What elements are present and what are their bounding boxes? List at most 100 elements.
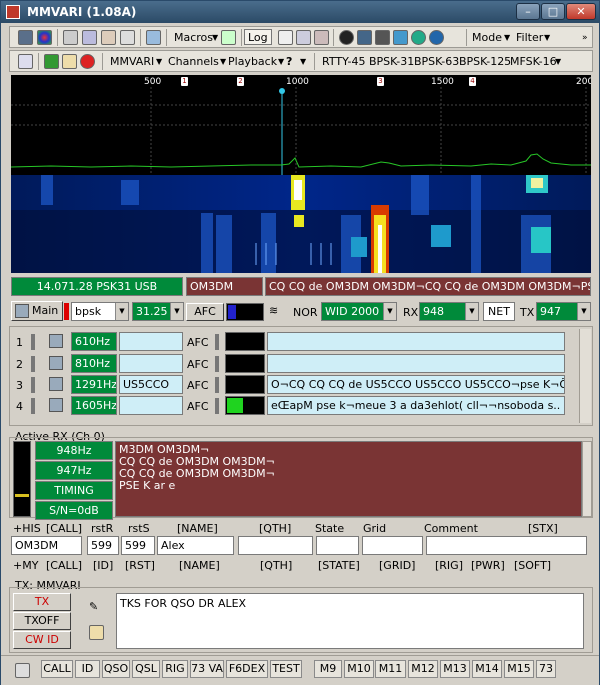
filter-dropdown-icon[interactable]: ▼	[544, 30, 550, 46]
filter-menu[interactable]: Filter	[516, 30, 543, 46]
title-bar[interactable]: MMVARI (1.08A) – □ ✕	[1, 1, 599, 23]
mode-bpsk125-button[interactable]: BPSK-125	[459, 54, 511, 70]
cut-icon[interactable]	[63, 30, 78, 45]
channel-settings-icon[interactable]	[49, 334, 63, 348]
macro-button[interactable]: QSL	[132, 660, 160, 678]
macro-button[interactable]: M11	[375, 660, 406, 678]
macro-button[interactable]: RIG	[162, 660, 188, 678]
channel-afc[interactable]: AFC	[187, 379, 209, 392]
channel-call[interactable]: US5CCO	[119, 375, 183, 394]
channel-call[interactable]	[119, 332, 183, 351]
info-icon[interactable]	[339, 30, 354, 45]
macro-button[interactable]: M12	[408, 660, 438, 678]
channel-settings-icon[interactable]	[49, 356, 63, 370]
main-button[interactable]: Main	[11, 301, 63, 321]
mail-icon[interactable]	[62, 54, 77, 69]
log-my-qth-label[interactable]: [QTH]	[260, 559, 292, 572]
help-icon[interactable]: ?	[286, 54, 292, 70]
help-dropdown-icon[interactable]: ▼	[300, 54, 306, 70]
macro-button[interactable]: F6DEX	[226, 660, 268, 678]
mode-menu[interactable]: Mode	[472, 30, 502, 46]
rx-frequency-dropdown-icon[interactable]: ▼	[465, 303, 478, 320]
copy-icon[interactable]	[82, 30, 97, 45]
macro-button[interactable]: M13	[440, 660, 470, 678]
minimize-button[interactable]: –	[516, 3, 540, 20]
globe-icon[interactable]	[411, 30, 426, 45]
main-nor-label[interactable]: NOR	[293, 306, 318, 319]
waterfall-display[interactable]	[11, 175, 591, 273]
modes-dropdown-icon[interactable]: ▼	[555, 54, 561, 70]
macro-settings-icon[interactable]	[15, 663, 30, 678]
channel-afc[interactable]: AFC	[187, 400, 209, 413]
network-icon[interactable]	[429, 30, 444, 45]
rx-call-display[interactable]: OM3DM	[186, 277, 263, 296]
tx-button[interactable]: TX	[13, 593, 71, 611]
macros-menu[interactable]: Macros	[174, 30, 213, 46]
log-my-call-label[interactable]: [CALL]	[46, 559, 82, 572]
playback-dropdown-icon[interactable]: ▼	[278, 54, 284, 70]
channel-marker-1[interactable]: 1	[181, 77, 188, 86]
tx-mail-icon[interactable]	[89, 625, 104, 640]
channel-frequency[interactable]: 1291Hz	[71, 375, 117, 394]
macro-button[interactable]: ID	[75, 660, 100, 678]
scope-icon[interactable]	[44, 54, 59, 69]
log-name-input[interactable]: Alex	[157, 536, 234, 555]
channel-marker-2[interactable]: 2	[237, 77, 244, 86]
net-button[interactable]: NET	[483, 302, 515, 321]
spectrum-display[interactable]: 500 1000 1500 2000 1 2 3 4	[11, 75, 591, 175]
active-rx-timing[interactable]: TIMING	[35, 481, 113, 500]
refresh-icon[interactable]	[221, 30, 236, 45]
main-wave-icon[interactable]: ≋	[269, 303, 278, 319]
new-log-icon[interactable]	[278, 30, 293, 45]
tx-text-input[interactable]: TKS FOR QSO DR ALEX	[116, 593, 584, 649]
log-my-state-label[interactable]: [STATE]	[318, 559, 360, 572]
macro-button[interactable]: M14	[472, 660, 502, 678]
log-button[interactable]: Log	[244, 29, 272, 45]
web-icon[interactable]	[393, 30, 408, 45]
active-rx-scrollbar[interactable]	[582, 441, 592, 517]
cwid-button[interactable]: CW ID	[13, 631, 71, 649]
macro-button[interactable]: M10	[344, 660, 374, 678]
mmvari-dropdown-icon[interactable]: ▼	[156, 54, 162, 70]
log-call-input[interactable]: OM3DM	[11, 536, 82, 555]
log-my-name-label[interactable]: [NAME]	[179, 559, 220, 572]
stop-icon[interactable]	[80, 54, 95, 69]
keyboard-icon[interactable]	[146, 30, 161, 45]
tx-tool-icon[interactable]: ✎	[89, 599, 98, 615]
undo-icon[interactable]	[18, 54, 33, 69]
maximize-button[interactable]: □	[541, 3, 565, 20]
log-my-rst-label[interactable]: [RST]	[125, 559, 155, 572]
tx-frequency-dropdown-icon[interactable]: ▼	[577, 303, 590, 320]
channels-scrollbar[interactable]	[579, 329, 591, 423]
channel-afc[interactable]: AFC	[187, 358, 209, 371]
log-rstr-input[interactable]: 599	[87, 536, 119, 555]
channel-marker-3[interactable]: 3	[377, 77, 384, 86]
mmvari-menu[interactable]: MMVARI	[110, 54, 154, 70]
mode-mfsk16-button[interactable]: MFSK-16	[510, 54, 557, 70]
log-my-soft-label[interactable]: [SOFT]	[514, 559, 551, 572]
color-icon[interactable]	[37, 30, 52, 45]
log-my-id-label[interactable]: [ID]	[93, 559, 113, 572]
settings-icon[interactable]	[18, 30, 33, 45]
binoculars-icon[interactable]	[375, 30, 390, 45]
mode-rtty45-button[interactable]: RTTY-45	[322, 54, 365, 70]
save-log-icon[interactable]	[296, 30, 311, 45]
main-speed-dropdown-icon[interactable]: ▼	[170, 303, 183, 320]
macro-button[interactable]: 73	[536, 660, 556, 678]
toolbar-overflow-icon[interactable]: »	[582, 30, 588, 46]
mode-bpsk63-button[interactable]: BPSK-63	[414, 54, 459, 70]
channel-settings-icon[interactable]	[49, 377, 63, 391]
channel-frequency[interactable]: 610Hz	[71, 332, 117, 351]
main-afc-button[interactable]: AFC	[186, 303, 224, 321]
channel-call[interactable]	[119, 396, 183, 415]
paste-icon[interactable]	[101, 30, 116, 45]
macros-dropdown-icon[interactable]: ▼	[212, 30, 218, 46]
playback-menu[interactable]: Playback	[228, 54, 277, 70]
macro-button[interactable]: M9	[314, 660, 342, 678]
macro-button[interactable]: QSO	[102, 660, 130, 678]
log-my-pwr-label[interactable]: [PWR]	[471, 559, 505, 572]
log-state-input[interactable]	[316, 536, 359, 555]
macro-button[interactable]: M15	[504, 660, 534, 678]
log-rsts-input[interactable]: 599	[121, 536, 155, 555]
channel-marker-4[interactable]: 4	[469, 77, 476, 86]
